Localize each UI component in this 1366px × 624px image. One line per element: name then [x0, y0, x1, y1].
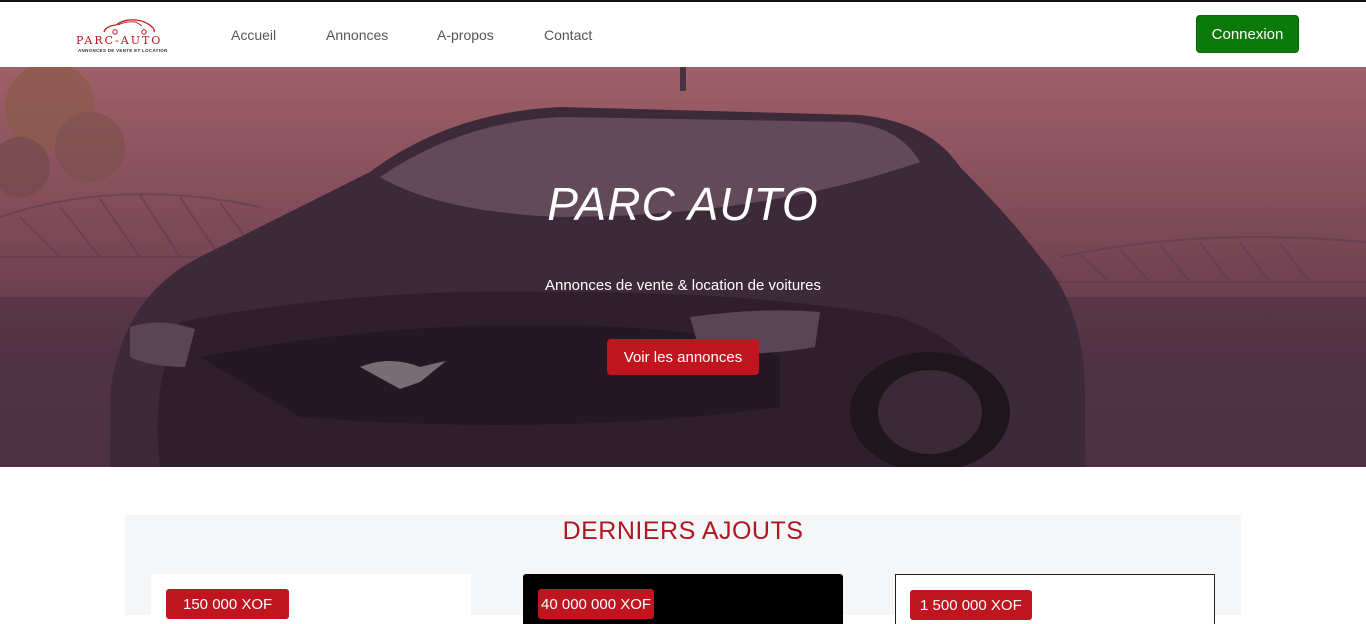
- brand-name: PARC-AUTO: [76, 34, 163, 47]
- hero-banner: PARC AUTO Annonces de vente & location d…: [0, 67, 1366, 467]
- hero-subtitle: Annonces de vente & location de voitures: [544, 277, 821, 294]
- car-logo-icon: [103, 19, 155, 35]
- view-listings-button[interactable]: Voir les annonces: [607, 339, 759, 375]
- latest-listings-section: DERNIERS AJOUTS 150 000 XOF 40 000 000 X…: [125, 515, 1241, 624]
- hero-car-image: [0, 67, 1366, 467]
- nav-link-accueil[interactable]: Accueil: [231, 27, 276, 43]
- listing-card[interactable]: 1 500 000 XOF: [895, 574, 1215, 624]
- hero-title: PARC AUTO: [547, 178, 819, 230]
- nav-link-annonces[interactable]: Annonces: [326, 27, 388, 43]
- navbar: PARC-AUTO ANNONCES DE VENTE ET LOCATION …: [0, 2, 1366, 67]
- listing-card[interactable]: 150 000 XOF: [151, 574, 471, 624]
- listing-card[interactable]: 40 000 000 XOF: [523, 574, 843, 624]
- nav-link-a-propos[interactable]: A-propos: [437, 27, 494, 43]
- login-button[interactable]: Connexion: [1196, 15, 1299, 53]
- price-badge: 1 500 000 XOF: [910, 590, 1032, 620]
- nav-link-contact[interactable]: Contact: [544, 27, 592, 43]
- brand-tagline: ANNONCES DE VENTE ET LOCATION: [78, 48, 168, 53]
- section-title: DERNIERS AJOUTS: [562, 517, 804, 545]
- brand-logo[interactable]: PARC-AUTO ANNONCES DE VENTE ET LOCATION: [74, 17, 184, 55]
